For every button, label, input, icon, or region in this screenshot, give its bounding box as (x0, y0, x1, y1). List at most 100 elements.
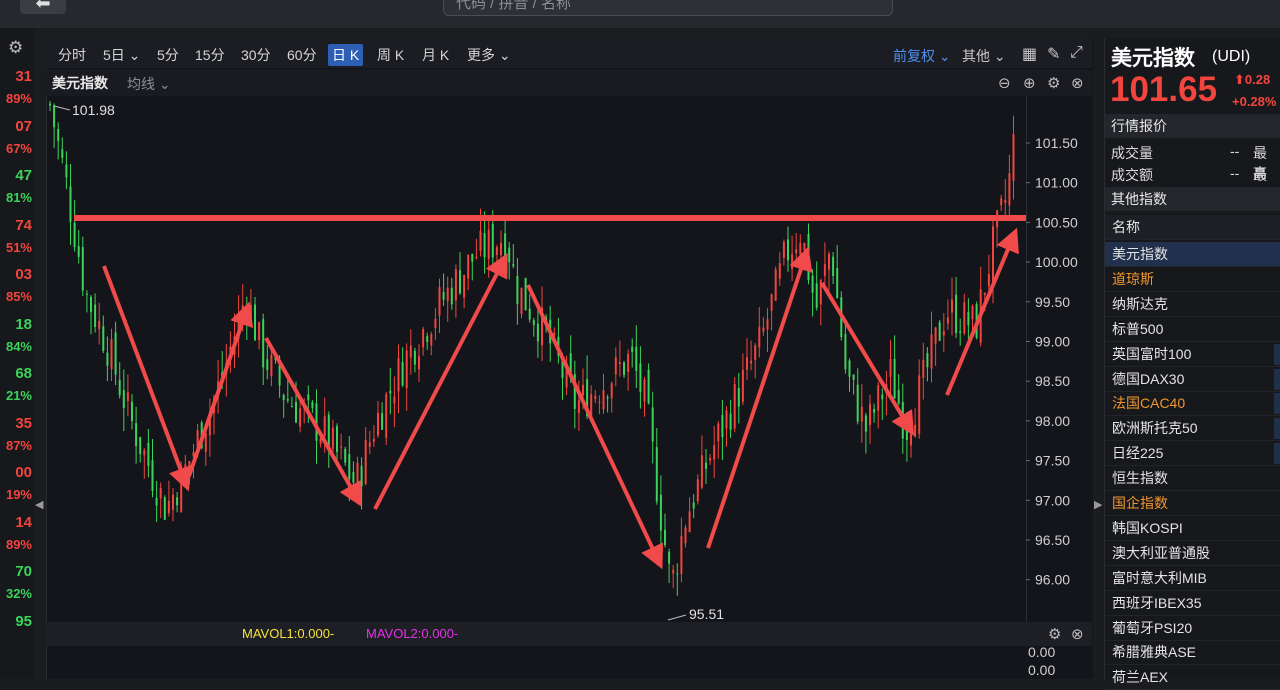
index-list-item[interactable]: 恒生指数 (1105, 466, 1280, 492)
candle-body (959, 331, 962, 333)
watchlist-value[interactable]: 74 (0, 217, 34, 234)
candle-body (143, 450, 146, 456)
watchlist-value[interactable]: 07 (0, 118, 34, 135)
candle-body (848, 360, 851, 377)
watchlist-pct[interactable]: 19% (0, 487, 34, 502)
watchlist-pct[interactable]: 87% (0, 438, 34, 453)
back-button[interactable]: ⬅ (20, 0, 66, 14)
collapse-left-icon[interactable]: ◀ (35, 498, 43, 511)
index-list-item[interactable]: 欧洲斯托克50 (1105, 416, 1280, 442)
candle-body (528, 308, 531, 320)
watchlist-pct[interactable]: 89% (0, 91, 34, 106)
grid-layout-icon[interactable]: ▦ (1022, 44, 1037, 64)
watchlist-pct[interactable]: 32% (0, 586, 34, 601)
candlestick-chart[interactable]: 101.98 95.51 (46, 96, 1026, 622)
watchlist-pct[interactable]: 51% (0, 240, 34, 255)
index-list-item[interactable]: 英国富时100 (1105, 342, 1280, 367)
tab-period-1[interactable]: 5日 ⌄ (99, 44, 144, 66)
watchlist-value[interactable]: 35 (0, 415, 34, 432)
search-input[interactable]: 代码 / 拼音 / 名称 (443, 0, 893, 16)
candle-body (606, 396, 609, 399)
volume-label: 成交量 (1111, 145, 1153, 161)
candle-body (791, 254, 794, 270)
watchlist-value[interactable]: 00 (0, 464, 34, 481)
gear-icon[interactable]: ⚙ (1047, 74, 1060, 92)
candle-body (864, 415, 867, 432)
index-list-item[interactable]: 标普500 (1105, 317, 1280, 342)
index-list-item[interactable]: 富时意大利MIB (1105, 566, 1280, 591)
watchlist-pct[interactable]: 84% (0, 339, 34, 354)
adjust-dropdown[interactable]: 前复权 ⌄ (893, 46, 951, 66)
price-tick-label: 96.50 (1035, 532, 1070, 548)
watchlist-value[interactable]: 68 (0, 365, 34, 382)
candle-body (307, 394, 310, 401)
close-icon[interactable]: ⊗ (1071, 625, 1084, 643)
watchlist-value[interactable]: 14 (0, 514, 34, 531)
candle-body (803, 243, 806, 251)
gear-icon[interactable]: ⚙ (1048, 625, 1061, 643)
index-list-item[interactable]: 葡萄牙PSI20 (1105, 616, 1280, 641)
watchlist-value[interactable]: 03 (0, 266, 34, 283)
watchlist-value[interactable]: 31 (0, 68, 34, 85)
other-dropdown[interactable]: 其他 ⌄ (962, 46, 1006, 66)
candle-body (81, 247, 84, 291)
tab-period-9[interactable]: 更多 ⌄ (463, 44, 515, 66)
tab-period-5[interactable]: 60分 (283, 44, 321, 66)
tab-period-2[interactable]: 5分 (153, 44, 183, 66)
close-icon[interactable]: ⊗ (1071, 74, 1084, 92)
index-list-item[interactable]: 道琼斯 (1105, 267, 1280, 292)
candle-body (139, 437, 142, 455)
index-list-item[interactable]: 德国DAX30 (1105, 367, 1280, 392)
candle-body (106, 352, 109, 366)
candle-body (442, 292, 445, 300)
index-list-item[interactable]: 希腊雅典ASE (1105, 640, 1280, 666)
candle-body (61, 149, 64, 158)
index-list-item[interactable]: 西班牙IBEX35 (1105, 591, 1280, 616)
index-list-item[interactable]: 法国CAC40 (1105, 391, 1280, 417)
row-edge-marker (1274, 393, 1280, 415)
watchlist-value[interactable]: 18 (0, 316, 34, 333)
candle-body (409, 345, 412, 358)
draw-pen-icon[interactable]: ✎ (1047, 44, 1060, 64)
zoom-in-icon[interactable]: ⊕ (1023, 74, 1036, 92)
candle-body (922, 359, 925, 378)
watchlist-value[interactable]: 70 (0, 563, 34, 580)
trend-arrow (820, 281, 915, 436)
candle-body (758, 326, 761, 348)
candle-body (1012, 134, 1015, 181)
tab-period-3[interactable]: 15分 (191, 44, 229, 66)
ma-dropdown[interactable]: 均线 ⌄ (127, 74, 171, 94)
zoom-out-icon[interactable]: ⊖ (998, 74, 1011, 92)
index-list-item[interactable]: 澳大利亚普通股 (1105, 541, 1280, 566)
price-tick-label: 99.50 (1035, 294, 1070, 310)
watchlist-pct[interactable]: 67% (0, 141, 34, 156)
candle-body (832, 256, 835, 277)
index-list-item[interactable]: 日经225 (1105, 441, 1280, 467)
tab-period-7[interactable]: 周 K (373, 44, 408, 66)
tab-period-4[interactable]: 30分 (237, 44, 275, 66)
tab-period-8[interactable]: 月 K (418, 44, 453, 66)
watchlist-value[interactable]: 47 (0, 167, 34, 184)
collapse-right-icon[interactable]: ▶ (1094, 498, 1102, 511)
candle-body (323, 416, 326, 436)
tab-period-0[interactable]: 分时 (54, 44, 90, 66)
watchlist-value[interactable]: 95 (0, 613, 34, 630)
index-list-item[interactable]: 荷兰AEX (1105, 665, 1280, 690)
watchlist-pct[interactable]: 21% (0, 388, 34, 403)
candle-body (623, 362, 625, 376)
candle-body (413, 350, 416, 365)
candle-body (512, 264, 515, 267)
candle-body (282, 394, 285, 401)
fullscreen-icon[interactable]: ⤢ (1070, 44, 1083, 62)
index-list-item[interactable]: 美元指数 (1105, 242, 1280, 267)
candle-body (151, 460, 154, 491)
index-list-item[interactable]: 国企指数 (1105, 491, 1280, 516)
candle-body (1008, 173, 1011, 206)
index-list-item[interactable]: 纳斯达克 (1105, 292, 1280, 317)
gear-icon[interactable]: ⚙ (8, 38, 23, 58)
watchlist-pct[interactable]: 89% (0, 537, 34, 552)
index-list-item[interactable]: 韩国KOSPI (1105, 516, 1280, 541)
watchlist-pct[interactable]: 81% (0, 190, 34, 205)
watchlist-pct[interactable]: 85% (0, 289, 34, 304)
tab-period-6[interactable]: 日 K (328, 44, 364, 66)
